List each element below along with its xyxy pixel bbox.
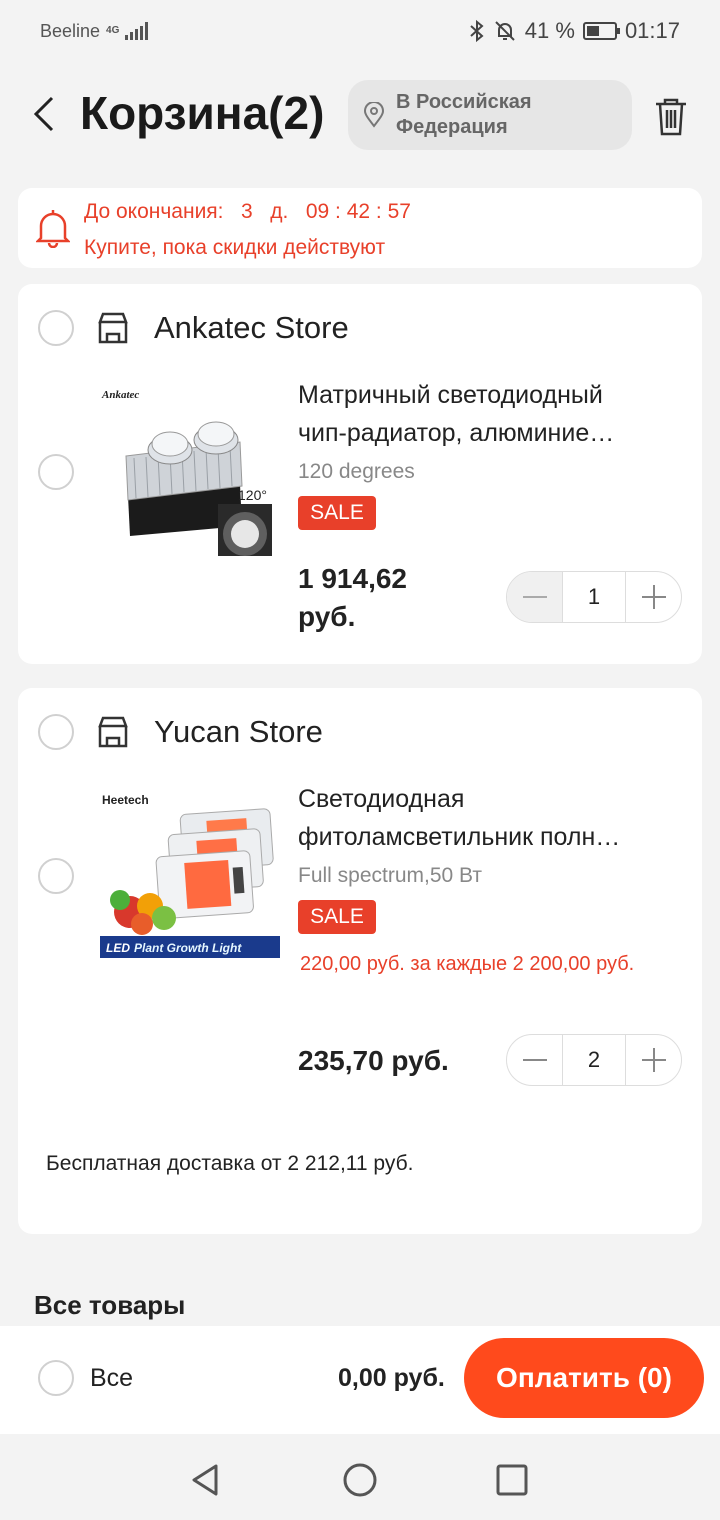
countdown-days-unit: д. xyxy=(270,200,289,223)
plus-icon xyxy=(641,585,666,609)
decrease-quantity-button[interactable] xyxy=(507,572,562,622)
location-label: В Российская Федерация xyxy=(396,91,532,138)
carrier-name: Beeline xyxy=(40,20,101,41)
led-heatsink-image: Ankatec 120° xyxy=(100,376,280,556)
store-card-ankatec: Ankatec Store Ankatec 120° Матричный све… xyxy=(18,284,702,664)
promo-text: 220,00 руб. за каждые 2 200,00 руб. xyxy=(300,953,635,975)
minus-icon xyxy=(522,1059,547,1061)
store-select-checkbox[interactable] xyxy=(38,714,74,750)
sale-badge: SALE xyxy=(298,900,376,934)
select-all-checkbox[interactable] xyxy=(38,1360,74,1396)
store-name[interactable]: Ankatec Store xyxy=(154,310,349,346)
nav-recents-icon[interactable] xyxy=(492,1460,532,1500)
store-icon xyxy=(98,716,128,748)
product-price: 235,70 руб. xyxy=(298,1045,449,1076)
chevron-left-icon xyxy=(33,96,54,132)
product-title[interactable]: Матричный светодиодный чип-радиатор, алю… xyxy=(298,376,668,452)
quantity-value[interactable]: 1 xyxy=(562,572,626,622)
bluetooth-icon xyxy=(470,19,484,43)
countdown-subtitle: Купите, пока скидки действуют xyxy=(84,236,386,259)
product-variant[interactable]: Full spectrum,50 Вт xyxy=(298,864,482,888)
product-image[interactable]: Heetech LED Plant Growth Light xyxy=(100,784,280,964)
pay-button[interactable]: Оплатить (0) xyxy=(464,1338,704,1418)
product-title[interactable]: Светодиодная фитоламсветильник полн… xyxy=(298,780,668,856)
location-selector[interactable]: В Российская Федерация xyxy=(348,80,632,150)
nav-back-icon[interactable] xyxy=(186,1460,226,1500)
bell-icon xyxy=(36,210,70,248)
battery-icon xyxy=(582,22,620,40)
countdown-seconds: 57 xyxy=(387,200,411,223)
battery-percent: 41 % xyxy=(524,18,575,43)
led-plant-light-image: Heetech LED Plant Growth Light xyxy=(100,784,280,964)
countdown: До окончания: 3 д. 09 : 42 : 57 xyxy=(84,200,411,223)
status-left: Beeline 4G xyxy=(40,20,149,42)
increase-quantity-button[interactable] xyxy=(626,1035,681,1085)
product-image-brand: Ankatec xyxy=(101,389,139,401)
product-select-checkbox[interactable] xyxy=(38,454,74,490)
store-select-checkbox[interactable] xyxy=(38,310,74,346)
back-button[interactable] xyxy=(24,92,64,136)
countdown-minutes: 42 xyxy=(346,200,371,223)
product-price-amount: 1 914,62 xyxy=(298,563,407,594)
plus-icon xyxy=(641,1048,666,1072)
status-bar: Beeline 4G 41 % 01:17 xyxy=(0,0,720,62)
decrease-quantity-button[interactable] xyxy=(507,1035,562,1085)
product-variant[interactable]: 120 degrees xyxy=(298,460,415,484)
store-icon xyxy=(98,312,128,344)
nav-home-icon[interactable] xyxy=(340,1460,380,1500)
product-image-angle: 120° xyxy=(238,487,267,503)
increase-quantity-button[interactable] xyxy=(626,572,681,622)
product-price: 1 914,62 руб. xyxy=(298,560,407,636)
trash-icon xyxy=(656,98,686,136)
product-title-line1: Матричный светодиодный xyxy=(298,381,603,409)
store-name[interactable]: Yucan Store xyxy=(154,714,323,750)
location-pin-icon xyxy=(360,101,388,129)
product-price-currency: руб. xyxy=(298,601,356,632)
cart-header: Корзина(2) В Российская Федерация xyxy=(0,78,720,156)
all-items-title: Все товары xyxy=(34,1290,186,1320)
signal-icon xyxy=(125,22,149,40)
sale-badge: SALE xyxy=(298,496,376,530)
product-image-banner: Plant Growth Light xyxy=(134,941,242,955)
delete-button[interactable] xyxy=(650,96,692,138)
network-type: 4G xyxy=(106,25,120,36)
system-nav-bar xyxy=(0,1434,720,1520)
product-title-line2: фитоламсветильник полн… xyxy=(298,823,621,851)
quantity-value[interactable]: 2 xyxy=(562,1035,626,1085)
quantity-stepper: 2 xyxy=(506,1034,682,1086)
free-shipping-note: Бесплатная доставка от 2 212,11 руб. xyxy=(46,1152,414,1175)
checkout-bar: Все 0,00 руб. Оплатить (0) xyxy=(0,1326,720,1434)
store-card-yucan: Yucan Store Heetech LED Plant Growth Lig… xyxy=(18,688,702,1234)
product-image-brand: Heetech xyxy=(102,793,149,807)
status-right: 41 % 01:17 xyxy=(469,18,680,44)
clock: 01:17 xyxy=(624,18,680,43)
countdown-days: 3 xyxy=(241,200,253,223)
countdown-label: До окончания: xyxy=(84,200,224,223)
select-all-label[interactable]: Все xyxy=(90,1364,133,1393)
product-title-line2: чип-радиатор, алюминие… xyxy=(298,419,615,447)
product-title-line1: Светодиодная xyxy=(298,785,465,813)
mute-bell-icon xyxy=(495,21,515,41)
minus-icon xyxy=(522,596,547,598)
page-title: Корзина(2) xyxy=(80,87,325,139)
product-image-banner-led: LED xyxy=(106,941,130,955)
countdown-hours: 09 xyxy=(305,200,330,223)
discount-timer-banner: До окончания: 3 д. 09 : 42 : 57 Купите, … xyxy=(18,188,702,268)
total-price: 0,00 руб. xyxy=(338,1364,445,1392)
product-select-checkbox[interactable] xyxy=(38,858,74,894)
quantity-stepper: 1 xyxy=(506,571,682,623)
product-image[interactable]: Ankatec 120° xyxy=(100,376,280,556)
